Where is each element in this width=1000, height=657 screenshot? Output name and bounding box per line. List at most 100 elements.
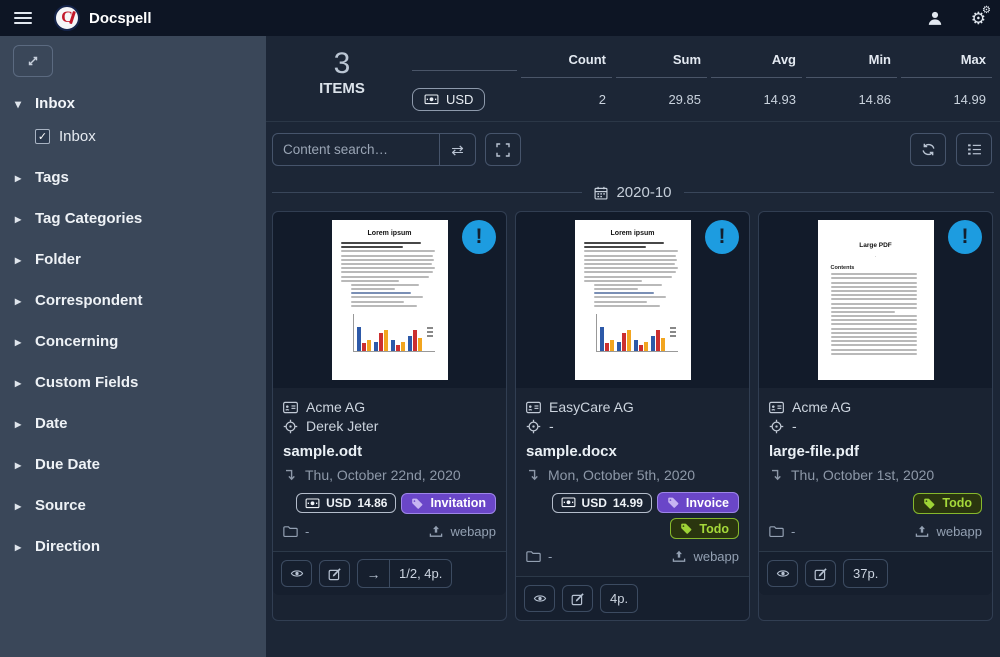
source-info: webapp xyxy=(915,524,982,539)
edit-icon xyxy=(571,592,584,605)
tag-icon xyxy=(412,498,423,509)
stats-col-sum: Sum xyxy=(616,46,707,78)
money-bill-icon xyxy=(305,497,320,508)
view-item-button[interactable] xyxy=(767,560,798,587)
sidebar-item-label: Concerning xyxy=(35,333,119,350)
month-group-label-wrap: 2020-10 xyxy=(582,184,683,201)
sidebar-item-label: Direction xyxy=(35,538,101,555)
money-currency: USD xyxy=(581,495,607,510)
document-thumbnail: Large PDF · Contents xyxy=(817,220,934,380)
tag-label: Invitation xyxy=(430,496,486,510)
source-info: webapp xyxy=(672,549,739,564)
stats-val-min: 14.86 xyxy=(858,92,891,107)
view-item-button[interactable] xyxy=(524,585,555,612)
sidebar-item-label: Tag Categories xyxy=(35,210,143,227)
stats-val-sum: 29.85 xyxy=(668,92,701,107)
user-icon[interactable] xyxy=(927,10,943,26)
level-down-icon xyxy=(286,469,295,481)
caret-right-icon: ▸ xyxy=(15,539,22,554)
sidebar-item-tag-categories[interactable]: ▸ Tag Categories xyxy=(15,210,251,227)
stats-col-max: Max xyxy=(901,46,992,78)
folder-value: - xyxy=(305,524,310,539)
folder-source-row: - webapp xyxy=(283,524,496,539)
tag-badge: Todo xyxy=(670,518,739,539)
sidebar-item-label: Tags xyxy=(35,169,69,186)
money-bill-icon xyxy=(424,94,439,105)
settings-gears-icon[interactable]: ⚙ ⚙ xyxy=(971,5,991,27)
item-date-row: Thu, October 22nd, 2020 xyxy=(283,467,496,483)
badges-row: USD 14.86 Invitation xyxy=(283,492,496,514)
caret-right-icon: ▸ xyxy=(15,252,22,267)
sidebar-section-inbox[interactable]: ▾ Inbox xyxy=(15,95,251,112)
concerning-row: Derek Jeter xyxy=(283,418,496,434)
stats-val-avg: 14.93 xyxy=(763,92,796,107)
item-cards: Lorem ipsum ! Acme AG Derek Jeter sample… xyxy=(266,211,1000,621)
items-count-value: 3 xyxy=(333,47,351,80)
concerning-name: Derek Jeter xyxy=(306,418,379,434)
folder-value: - xyxy=(548,549,553,564)
month-group-divider: 2020-10 xyxy=(266,176,1000,211)
sidebar-item-label: Due Date xyxy=(35,456,101,473)
sidebar-item-tags[interactable]: ▸ Tags xyxy=(15,169,251,186)
level-down-icon xyxy=(529,469,538,481)
new-item-exclamation-badge: ! xyxy=(705,220,739,254)
edit-item-button[interactable] xyxy=(562,585,593,612)
search-toolbar: ⇄ xyxy=(266,122,1000,176)
source-info: webapp xyxy=(429,524,496,539)
item-card[interactable]: Lorem ipsum ! EasyCare AG - sample.docx xyxy=(515,211,750,621)
edit-item-button[interactable] xyxy=(319,560,350,587)
tag-icon xyxy=(681,523,692,534)
search-group: ⇄ xyxy=(272,133,476,166)
upload-icon xyxy=(673,550,686,562)
sidebar-item-source[interactable]: ▸ Source xyxy=(15,497,251,514)
item-card[interactable]: Lorem ipsum ! Acme AG Derek Jeter sample… xyxy=(272,211,507,621)
tag-badge: Todo xyxy=(913,492,982,514)
content-search-input[interactable] xyxy=(272,133,440,166)
tag-icon xyxy=(924,498,935,509)
item-card[interactable]: Large PDF · Contents ! Acme AG - large-fil… xyxy=(758,211,993,621)
next-page-button[interactable]: → xyxy=(358,560,389,587)
sidebar-item-due-date[interactable]: ▸ Due Date xyxy=(15,456,251,473)
folder-info: - xyxy=(769,524,795,539)
edit-item-button[interactable] xyxy=(805,560,836,587)
card-footer: → 1/2, 4p. xyxy=(273,551,506,595)
source-value: webapp xyxy=(693,549,739,564)
sidebar-item-date[interactable]: ▸ Date xyxy=(15,415,251,432)
folder-value: - xyxy=(791,524,796,539)
toggle-search-mode-button[interactable]: ⇄ xyxy=(440,133,476,166)
checkbox-checked-icon[interactable]: ✓ xyxy=(35,129,50,144)
stats-col-avg: Avg xyxy=(711,46,802,78)
filter-sidebar: ▾ Inbox ✓ Inbox ▸ Tags ▸ Tag Categories … xyxy=(0,36,266,657)
expand-sidebar-button[interactable] xyxy=(13,45,53,77)
top-navbar: C Docspell ⚙ ⚙ xyxy=(0,0,1000,36)
source-value: webapp xyxy=(450,524,496,539)
upload-icon xyxy=(916,525,929,537)
view-item-button[interactable] xyxy=(281,560,312,587)
sidebar-item-direction[interactable]: ▸ Direction xyxy=(15,538,251,555)
document-preview[interactable]: Large PDF · Contents ! xyxy=(759,212,992,388)
address-card-icon xyxy=(283,401,298,413)
document-preview[interactable]: Lorem ipsum ! xyxy=(516,212,749,388)
caret-down-icon: ▾ xyxy=(15,96,22,111)
document-preview[interactable]: Lorem ipsum ! xyxy=(273,212,506,388)
sidebar-item-label: Source xyxy=(35,497,86,514)
arrow-right-icon: → xyxy=(366,565,381,582)
folder-source-row: - webapp xyxy=(526,549,739,564)
diagonal-expand-icon xyxy=(28,56,38,66)
caret-right-icon: ▸ xyxy=(15,170,22,185)
view-menu-button[interactable] xyxy=(956,133,992,166)
sidebar-item-correspondent[interactable]: ▸ Correspondent xyxy=(15,292,251,309)
tag-label: Invoice xyxy=(685,495,729,510)
document-thumbnail: Lorem ipsum xyxy=(574,220,691,380)
refresh-button[interactable] xyxy=(910,133,946,166)
crosshair-icon xyxy=(526,419,541,433)
edit-icon xyxy=(814,567,827,580)
tag-badge: Invitation xyxy=(401,492,496,514)
sidebar-item-folder[interactable]: ▸ Folder xyxy=(15,251,251,268)
menu-icon[interactable] xyxy=(14,9,32,27)
sidebar-item-concerning[interactable]: ▸ Concerning xyxy=(15,333,251,350)
inbox-filter-checkbox-row[interactable]: ✓ Inbox xyxy=(35,128,253,145)
fullscreen-search-button[interactable] xyxy=(485,133,521,166)
badges-row: USD 14.99 Invoice Todo xyxy=(526,492,739,539)
sidebar-item-custom-fields[interactable]: ▸ Custom Fields xyxy=(15,374,251,391)
